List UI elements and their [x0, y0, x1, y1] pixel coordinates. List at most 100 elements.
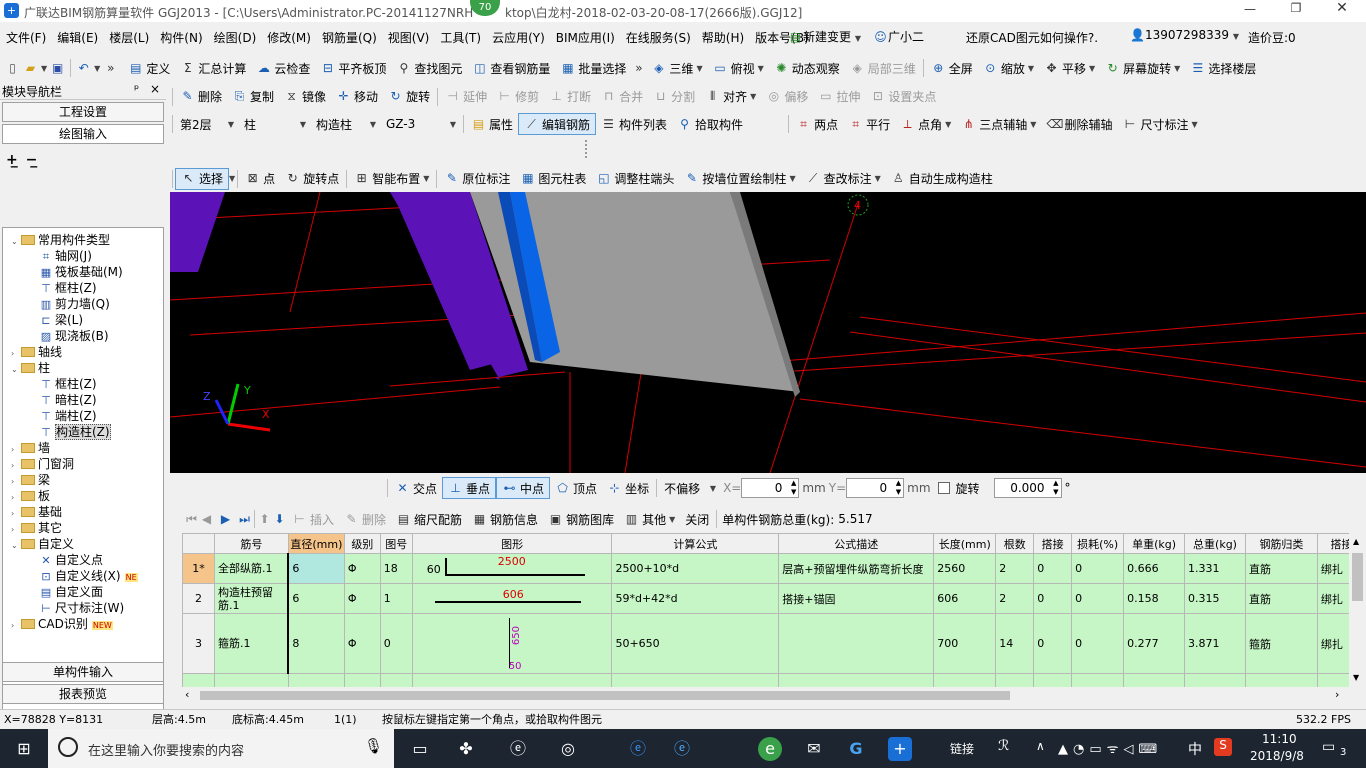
table-row[interactable]: 2 构造柱预留筋.1 6 Φ 1 606 59*d+42*d 搭接+锚固 606 2 0 0 0.158… [182, 583, 1366, 614]
break-button[interactable]: ⊥ 打断 [544, 86, 596, 108]
cell-cat[interactable]: 直筋 [1244, 553, 1318, 584]
column-header[interactable]: 级别 [343, 533, 381, 554]
overflow-icon[interactable]: » [631, 61, 646, 76]
taskbar-link-label[interactable]: 链接 [950, 740, 974, 757]
column-header[interactable]: 根数 [995, 533, 1035, 554]
tree-folder[interactable]: ⌄ 柱 [11, 360, 50, 376]
local-3d-button[interactable]: ◈ 局部三维 [845, 57, 921, 79]
tab-report-preview[interactable]: 报表预览 [2, 684, 164, 704]
tree-item[interactable]: ⊤ 框柱(Z) [39, 376, 96, 392]
cell-loss[interactable]: 0 [1071, 583, 1125, 614]
cell-name[interactable]: 全部纵筋.1 [213, 553, 289, 584]
cell-desc[interactable] [778, 613, 935, 674]
viewport-canvas[interactable]: 4 X Y Z [170, 192, 1366, 473]
merge-button[interactable]: ⊓ 合并 [596, 86, 648, 108]
tree-folder[interactable]: ⌄ 常用构件类型 [11, 232, 110, 248]
modify-mark-button[interactable]: ⟋ 查改标注 ▼ [801, 168, 886, 190]
column-header[interactable]: 单重(kg) [1123, 533, 1186, 554]
overflow-icon[interactable]: » [103, 61, 118, 76]
menu-item[interactable]: 在线服务(S) [626, 29, 691, 46]
copy-button[interactable]: ⎘ 复制 [227, 86, 279, 108]
pick-component-button[interactable]: ⚲ 拾取构件 [672, 113, 748, 135]
cell-idx[interactable]: 2 [182, 583, 215, 614]
help-hint-link[interactable]: 还原CAD图元如何操作?. [966, 29, 1098, 46]
cell-formula[interactable]: 59*d+42*d [611, 583, 780, 614]
sum-button[interactable]: Σ 汇总计算 [175, 57, 251, 79]
restore-button[interactable]: ❐ [1286, 1, 1306, 15]
rebar-close-button[interactable]: 关闭 [680, 508, 714, 530]
align-button[interactable]: ⫴ 对齐 ▼ [700, 86, 761, 108]
other-button[interactable]: ▥ 其他 ▼ [619, 508, 680, 530]
cell-lap[interactable]: 0 [1033, 613, 1073, 674]
empty-cell[interactable] [213, 673, 289, 687]
cell-total[interactable]: 0.315 [1184, 583, 1246, 614]
app-swirl-icon[interactable]: ◎ [556, 737, 580, 761]
scroll-right-icon[interactable]: › [1335, 688, 1339, 701]
expand-toggle-icon[interactable]: ⌄ [11, 362, 21, 378]
angle-input[interactable]: 0.000 ▲ ▼ [993, 478, 1062, 498]
cell-name[interactable]: 箍筋.1 [213, 613, 289, 674]
scroll-left-icon[interactable]: ‹ [185, 688, 189, 701]
people-icon[interactable]: ℛ [998, 738, 1009, 754]
empty-cell[interactable] [1244, 673, 1318, 687]
cell-count[interactable]: 2 [995, 553, 1035, 584]
rebar-delete-button[interactable]: ✎ 删除 [339, 508, 391, 530]
tray-arrow-icon[interactable]: ∧ [1036, 739, 1045, 753]
rebar-lib-button[interactable]: ▣ 钢筋图库 [543, 508, 619, 530]
by-wall-button[interactable]: ✎ 按墙位置绘制柱 ▼ [679, 168, 800, 190]
y-offset-input[interactable]: 0 ▲ ▼ [846, 478, 905, 498]
tree-folder[interactable]: › 梁 [11, 472, 50, 488]
tree-item[interactable]: ⊤ 框柱(Z) [39, 280, 96, 296]
floor-select[interactable]: 第2层 ▼ [175, 113, 239, 135]
tree-folder[interactable]: › 基础 [11, 504, 62, 520]
empty-cell[interactable] [1184, 673, 1246, 687]
set-grip-button[interactable]: ⊡ 设置夹点 [865, 86, 941, 108]
menu-item[interactable]: 帮助(H) [702, 29, 744, 46]
update-badge[interactable]: 70 [470, 0, 500, 16]
sogou-icon[interactable]: S [1214, 738, 1232, 756]
view-rebar-button[interactable]: ◫ 查看钢筋量 [467, 57, 555, 79]
cell-formula[interactable]: 2500+10*d [611, 553, 780, 584]
table-h-scrollbar[interactable]: ‹ › [182, 688, 1366, 703]
tab-draw-input[interactable]: 绘图输入 [2, 124, 164, 144]
tree-item[interactable]: ⊏ 梁(L) [39, 312, 83, 328]
split-button[interactable]: ⊔ 分割 [648, 86, 700, 108]
menu-item[interactable]: 绘图(D) [214, 29, 257, 46]
ggj-app-icon[interactable]: + [888, 737, 912, 761]
empty-cell[interactable] [611, 673, 780, 687]
expand-all-icon[interactable]: +̲ [6, 152, 18, 168]
menu-item[interactable]: 编辑(E) [57, 29, 98, 46]
column-header[interactable]: 图号 [379, 533, 413, 554]
cell-unit[interactable]: 0.158 [1123, 583, 1186, 614]
orig-mark-button[interactable]: ✎ 原位标注 [439, 168, 515, 190]
save-icon[interactable]: ▣ [50, 61, 65, 76]
auto-gen-button[interactable]: ♙ 自动生成构造柱 [886, 168, 998, 190]
column-header[interactable]: 搭接 [1033, 533, 1073, 554]
move-down-icon[interactable]: ⬇ [272, 512, 287, 527]
zoom-button[interactable]: ⊙ 缩放 ▼ [978, 57, 1039, 79]
xiaoer-button[interactable]: ☺广小二 [873, 28, 924, 45]
type-select[interactable]: 柱 ▼ [239, 113, 311, 135]
define-button[interactable]: ▤ 定义 [123, 57, 175, 79]
cell-idx[interactable]: 1* [182, 553, 215, 584]
cell-cat[interactable]: 箍筋 [1244, 613, 1318, 674]
empty-cell[interactable] [1033, 673, 1073, 687]
name-select[interactable]: GZ-3 ▼ [381, 113, 461, 135]
cell-len[interactable]: 2560 [933, 553, 997, 584]
offset-mode-select[interactable]: 不偏移 ▼ [659, 477, 721, 499]
column-header[interactable]: 长度(mm) [933, 533, 997, 554]
clock-time[interactable]: 11:10 [1262, 732, 1297, 746]
account-button[interactable]: 👤13907298339 ▼ [1130, 28, 1239, 43]
first-record-icon[interactable]: ⏮ [184, 512, 199, 527]
tree-item[interactable]: ⊤ 端柱(Z) [39, 408, 96, 424]
menu-item[interactable]: BIM应用(I) [556, 29, 615, 46]
menu-item[interactable]: 文件(F) [6, 29, 46, 46]
select-button[interactable]: ↖ 选择 [175, 167, 230, 190]
tree-folder[interactable]: › 墙 [11, 440, 50, 456]
tab-single-component[interactable]: 单构件输入 [2, 662, 164, 682]
shape-cell[interactable]: 650 50 [411, 613, 613, 674]
find-element-button[interactable]: ⚲ 查找图元 [391, 57, 467, 79]
tree-folder[interactable]: › CAD识别 NEW [11, 616, 113, 632]
column-header[interactable]: 公式描述 [778, 533, 935, 554]
cell-total[interactable]: 3.871 [1184, 613, 1246, 674]
